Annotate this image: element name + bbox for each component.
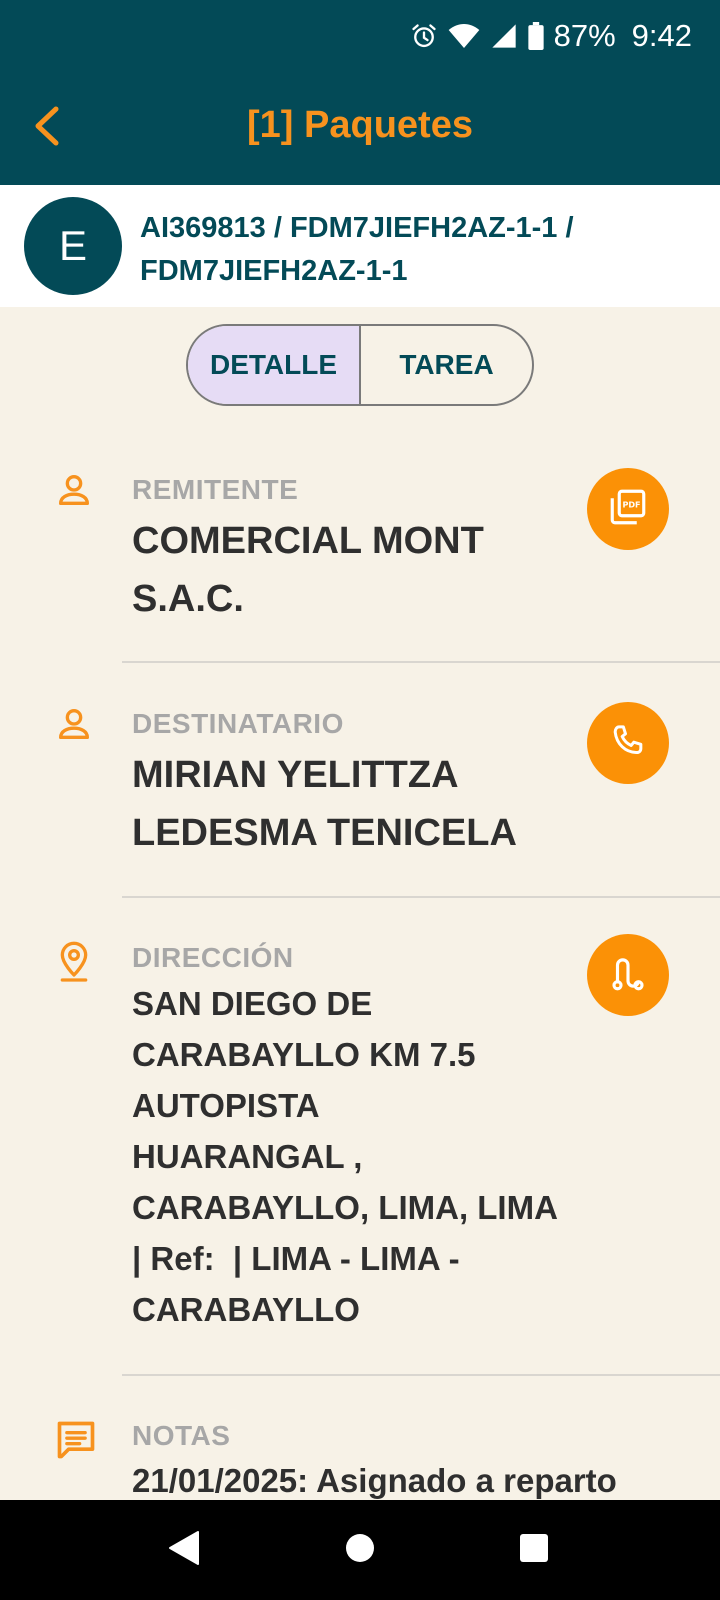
destinatario-value: MIRIAN YELITTZA LEDESMA TENICELA — [132, 746, 572, 862]
system-nav-bar — [0, 1500, 720, 1600]
wifi-icon — [448, 22, 480, 50]
nav-back-button[interactable] — [164, 1530, 204, 1570]
battery-percent: 87% — [553, 18, 616, 53]
square-recents-icon — [519, 1533, 549, 1568]
package-ids: AI369813 / FDM7JIEFH2AZ-1-1 / FDM7JIEFH2… — [140, 207, 700, 293]
direccion-value-line: | Ref: | LIMA - LIMA - — [132, 1240, 460, 1277]
remitente-value-line: S.A.C. — [132, 578, 244, 620]
direccion-value-line: AUTOPISTA — [132, 1087, 320, 1124]
remitente-value-line: COMERCIAL MONT — [132, 520, 484, 562]
person-icon — [54, 470, 94, 510]
direccion-value-line: HUARANGAL , — [132, 1138, 363, 1175]
phone-icon — [608, 721, 648, 766]
direccion-value-line: CARABAYLLO, LIMA, LIMA — [132, 1189, 558, 1226]
pdf-button[interactable]: PDF — [587, 468, 669, 550]
battery-icon — [527, 22, 544, 50]
notas-section: NOTAS 21/01/2025: Asignado a reparto — [0, 1400, 720, 1500]
destinatario-label: DESTINATARIO — [132, 708, 344, 739]
nav-recents-button[interactable] — [514, 1530, 554, 1570]
person-icon — [54, 704, 94, 744]
tab-tarea[interactable]: TAREA — [361, 326, 532, 404]
package-header: E AI369813 / FDM7JIEFH2AZ-1-1 / FDM7JIEF… — [0, 185, 720, 307]
notas-label: NOTAS — [132, 1420, 231, 1451]
svg-text:PDF: PDF — [622, 500, 640, 509]
direccion-value-line: SAN DIEGO DE — [132, 985, 373, 1022]
status-bar: 87% 9:42 — [410, 18, 692, 54]
remitente-label: REMITENTE — [132, 474, 299, 505]
avatar: E — [24, 197, 122, 295]
direccion-value-line: CARABAYLLO KM 7.5 — [132, 1036, 476, 1073]
circle-home-icon — [345, 1533, 375, 1568]
direccion-value-line: CARABAYLLO — [132, 1291, 360, 1328]
notas-value: 21/01/2025: Asignado a reparto — [132, 1462, 617, 1499]
package-ids-line2: FDM7JIEFH2AZ-1-1 — [140, 255, 408, 287]
destinatario-value-line: MIRIAN YELITTZA — [132, 754, 459, 796]
clock: 9:42 — [631, 18, 692, 53]
divider — [122, 661, 720, 663]
direccion-value: SAN DIEGO DE CARABAYLLO KM 7.5 AUTOPISTA… — [132, 978, 582, 1335]
tab-switcher: DETALLE TAREA — [186, 324, 534, 406]
package-ids-line1: AI369813 / FDM7JIEFH2AZ-1-1 / — [140, 212, 574, 244]
divider — [122, 1374, 720, 1376]
triangle-back-icon — [168, 1530, 200, 1571]
route-icon — [607, 952, 649, 999]
app-bar: 87% 9:42 [1] Paquetes — [0, 0, 720, 185]
pdf-icon: PDF — [607, 486, 649, 533]
page-title: [1] Paquetes — [247, 104, 473, 146]
signal-icon — [490, 22, 518, 50]
tab-detalle[interactable]: DETALLE — [188, 326, 361, 404]
divider — [122, 896, 720, 898]
notes-icon — [54, 1418, 98, 1462]
call-button[interactable] — [587, 702, 669, 784]
direccion-label: DIRECCIÓN — [132, 942, 294, 973]
destinatario-value-line: LEDESMA TENICELA — [132, 812, 517, 854]
location-pin-icon — [54, 938, 94, 982]
remitente-value: COMERCIAL MONT S.A.C. — [132, 512, 572, 628]
route-button[interactable] — [587, 934, 669, 1016]
nav-home-button[interactable] — [340, 1530, 380, 1570]
alarm-icon — [410, 22, 438, 50]
